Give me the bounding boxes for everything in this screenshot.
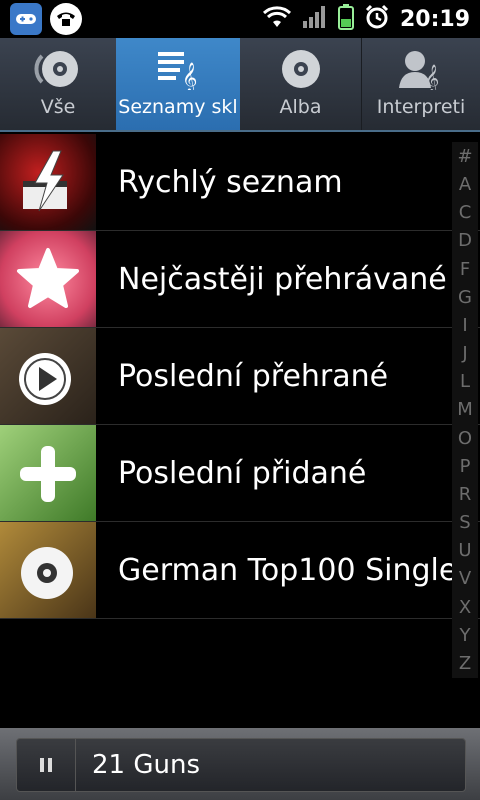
index-letter[interactable]: S: [459, 512, 470, 533]
tab-all[interactable]: Vše: [0, 38, 116, 130]
disc-icon: [0, 522, 96, 618]
index-letter[interactable]: M: [457, 399, 473, 420]
phone-notification-icon[interactable]: [50, 3, 82, 35]
play-icon: [0, 328, 96, 424]
list-item[interactable]: Poslední přehrané: [0, 328, 480, 425]
playlist-title: Nejčastěji přehrávané: [118, 261, 447, 297]
index-letter[interactable]: G: [458, 287, 472, 308]
alarm-icon: [364, 4, 390, 34]
tab-label: Alba: [279, 96, 322, 118]
alphabet-index-bar[interactable]: # A C D F G I J L M O P R S U V X Y Z: [452, 142, 478, 678]
playlist-list: Rychlý seznam Nejčastěji přehrávané Posl…: [0, 134, 480, 619]
now-playing-title: 21 Guns: [92, 750, 200, 780]
status-bar: 20:19: [0, 0, 480, 38]
list-item[interactable]: Poslední přidané: [0, 425, 480, 522]
index-letter[interactable]: P: [460, 456, 471, 477]
index-letter[interactable]: L: [460, 371, 470, 392]
index-letter[interactable]: A: [459, 174, 471, 195]
clock: 20:19: [399, 6, 470, 32]
tab-label: Interpreti: [376, 96, 466, 118]
index-letter[interactable]: #: [457, 146, 472, 167]
battery-icon: [337, 4, 354, 34]
playlist-title: German Top100 Single: [118, 552, 458, 588]
playlist-title: Poslední přehrané: [118, 358, 389, 394]
playlist-icon: 𝄞: [156, 38, 200, 90]
list-item[interactable]: Rychlý seznam: [0, 134, 480, 231]
index-letter[interactable]: D: [458, 230, 472, 251]
tab-label: Seznamy skl: [118, 96, 238, 118]
playlist-title: Rychlý seznam: [118, 164, 343, 200]
index-letter[interactable]: U: [458, 540, 471, 561]
tab-artists[interactable]: 𝄞 Interpreti: [362, 38, 480, 130]
now-playing-bar: 21 Guns: [0, 728, 480, 800]
artist-icon: 𝄞: [397, 38, 445, 90]
index-letter[interactable]: Y: [460, 625, 471, 646]
album-icon: [279, 38, 323, 90]
tab-label: Vše: [40, 96, 76, 118]
signal-icon: [302, 5, 328, 33]
disc-icon: [34, 38, 82, 90]
now-playing-panel[interactable]: 21 Guns: [16, 738, 466, 792]
svg-text:𝄞: 𝄞: [182, 62, 197, 90]
index-letter[interactable]: C: [459, 202, 472, 223]
index-letter[interactable]: R: [459, 484, 472, 505]
list-item[interactable]: Nejčastěji přehrávané: [0, 231, 480, 328]
lightning-icon: [0, 134, 96, 230]
playlist-title: Poslední přidané: [118, 455, 367, 491]
gamepad-notification-icon[interactable]: [10, 3, 42, 35]
wifi-icon: [262, 5, 292, 33]
pause-icon: [40, 758, 52, 772]
tab-bar: Vše 𝄞 Seznamy skl Alba 𝄞 Interpreti: [0, 38, 480, 132]
tab-albums[interactable]: Alba: [240, 38, 361, 130]
list-item[interactable]: German Top100 Single: [0, 522, 480, 619]
index-letter[interactable]: I: [462, 315, 467, 336]
index-letter[interactable]: O: [458, 428, 472, 449]
index-letter[interactable]: V: [459, 568, 471, 589]
tab-playlists[interactable]: 𝄞 Seznamy skl: [116, 38, 240, 130]
index-letter[interactable]: J: [462, 343, 467, 364]
svg-text:𝄞: 𝄞: [425, 64, 439, 90]
star-icon: [0, 231, 96, 327]
index-letter[interactable]: F: [460, 259, 470, 280]
pause-button[interactable]: [17, 739, 76, 791]
plus-icon: [0, 425, 96, 521]
index-letter[interactable]: X: [459, 597, 471, 618]
index-letter[interactable]: Z: [459, 653, 471, 674]
